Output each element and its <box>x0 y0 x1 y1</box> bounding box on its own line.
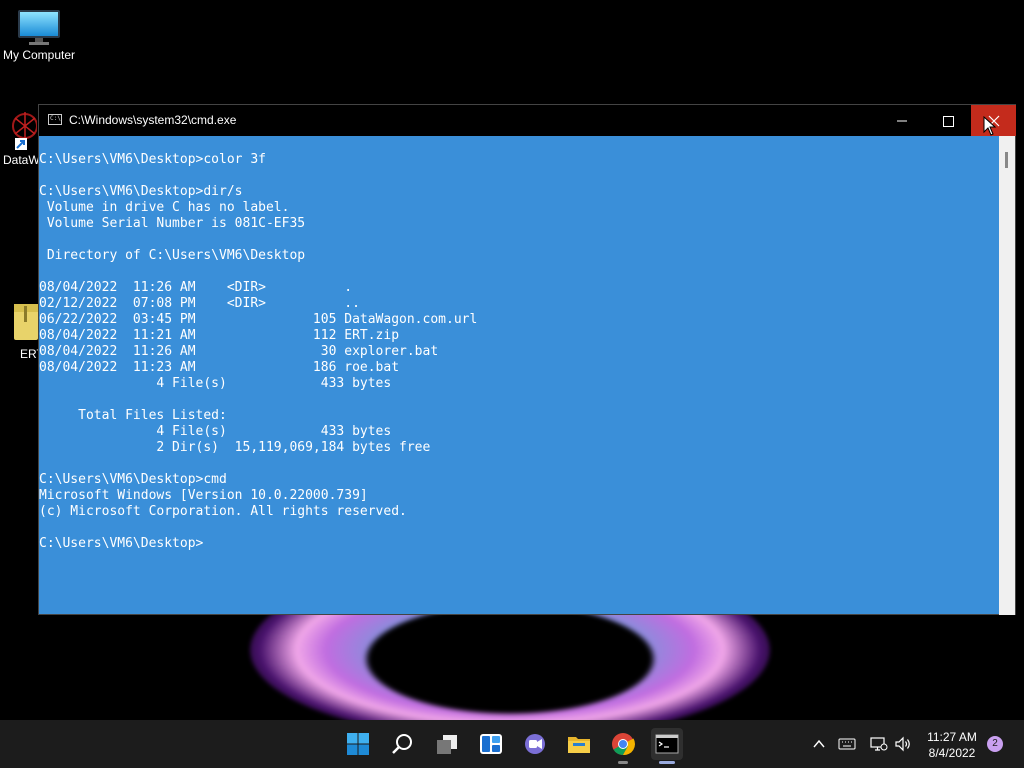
terminal-line: 08/04/2022 11:26 AM <DIR> . <box>39 280 353 295</box>
taskbar: 11:27 AM 8/4/2022 <box>0 720 1024 768</box>
terminal-line: Total Files Listed: <box>39 408 227 423</box>
terminal-line: 08/04/2022 11:23 AM 186 roe.bat <box>39 360 400 375</box>
terminal-line: C:\Users\VM6\Desktop>dir/s <box>39 184 243 199</box>
file-explorer-button[interactable] <box>563 728 595 760</box>
cmd-icon <box>655 734 679 754</box>
desktop-icon-my-computer[interactable]: My Computer <box>2 10 76 62</box>
terminal-line: 4 File(s) 433 bytes <box>39 376 392 391</box>
monitor-icon <box>18 10 60 45</box>
terminal-line: Directory of C:\Users\VM6\Desktop <box>39 248 306 263</box>
active-indicator <box>659 761 675 764</box>
clock-date: 8/4/2022 <box>928 746 976 760</box>
chrome-button[interactable] <box>607 728 639 764</box>
running-indicator <box>618 761 628 764</box>
task-view-button[interactable] <box>431 728 463 760</box>
search-icon <box>392 734 412 754</box>
terminal-line: 08/04/2022 11:21 AM 112 ERT.zip <box>39 328 400 343</box>
terminal-line: Volume in drive C has no label. <box>39 200 290 215</box>
chat-button[interactable] <box>519 728 551 760</box>
desktop-icon-label: DataW <box>3 153 38 167</box>
terminal-line: C:\Users\VM6\Desktop>cmd <box>39 472 227 487</box>
title-bar[interactable]: C:\ C:\Windows\system32\cmd.exe <box>39 105 1016 136</box>
terminal-taskbar-button[interactable] <box>651 728 683 764</box>
maximize-button[interactable] <box>925 105 971 136</box>
cmd-window[interactable]: C:\ C:\Windows\system32\cmd.exe C:\Users… <box>38 104 1016 615</box>
terminal-line: 2 Dir(s) 15,119,069,184 bytes free <box>39 440 431 455</box>
search-button[interactable] <box>387 728 419 760</box>
widgets-button[interactable] <box>475 728 507 760</box>
start-button[interactable] <box>342 728 374 760</box>
network-icon[interactable] <box>870 736 888 752</box>
terminal-line: Volume Serial Number is 081C-EF35 <box>39 216 306 231</box>
clock-time: 11:27 AM <box>927 730 977 744</box>
volume-icon[interactable] <box>894 736 912 752</box>
vertical-scrollbar[interactable] <box>999 136 1015 615</box>
windows-logo-icon <box>347 733 369 755</box>
chrome-icon <box>612 733 635 756</box>
desktop-icon-datawagon[interactable]: DataW <box>0 108 38 167</box>
maximize-icon <box>942 115 954 127</box>
desktop-icon-ert[interactable]: ERT <box>0 300 38 361</box>
datawagon-shortcut-icon <box>12 112 38 150</box>
terminal-line: C:\Users\VM6\Desktop> <box>39 536 204 551</box>
keyboard-icon[interactable] <box>838 737 856 751</box>
terminal-line: Microsoft Windows [Version 10.0.22000.73… <box>39 488 368 503</box>
minimize-button[interactable] <box>879 105 925 136</box>
terminal-line: 4 File(s) 433 bytes <box>39 424 392 439</box>
clock[interactable]: 11:27 AM 8/4/2022 <box>916 729 988 761</box>
task-view-icon <box>437 735 457 754</box>
minimize-icon <box>897 120 907 122</box>
terminal-line: 02/12/2022 07:08 PM <DIR> .. <box>39 296 360 311</box>
terminal-line: (c) Microsoft Corporation. All rights re… <box>39 504 407 519</box>
terminal-output[interactable]: C:\Users\VM6\Desktop>color 3f C:\Users\VM… <box>39 136 1000 615</box>
teams-chat-icon <box>525 734 545 754</box>
desktop-icon-label: ERT <box>20 347 38 361</box>
mouse-pointer-icon <box>983 116 997 136</box>
notification-badge[interactable]: 2 <box>987 736 1003 752</box>
folder-icon <box>568 737 590 753</box>
terminal-line: 08/04/2022 11:26 AM 30 explorer.bat <box>39 344 439 359</box>
chevron-up-icon[interactable] <box>812 737 826 751</box>
scrollbar-thumb[interactable] <box>1005 152 1008 168</box>
cmd-icon: C:\ <box>48 114 62 125</box>
widgets-icon <box>480 734 502 754</box>
terminal-line: 06/22/2022 03:45 PM 105 DataWagon.com.ur… <box>39 312 478 327</box>
desktop-icon-label: My Computer <box>2 48 76 62</box>
window-title: C:\Windows\system32\cmd.exe <box>69 113 237 127</box>
terminal-line: C:\Users\VM6\Desktop>color 3f <box>39 152 266 167</box>
zip-folder-icon <box>14 304 38 340</box>
